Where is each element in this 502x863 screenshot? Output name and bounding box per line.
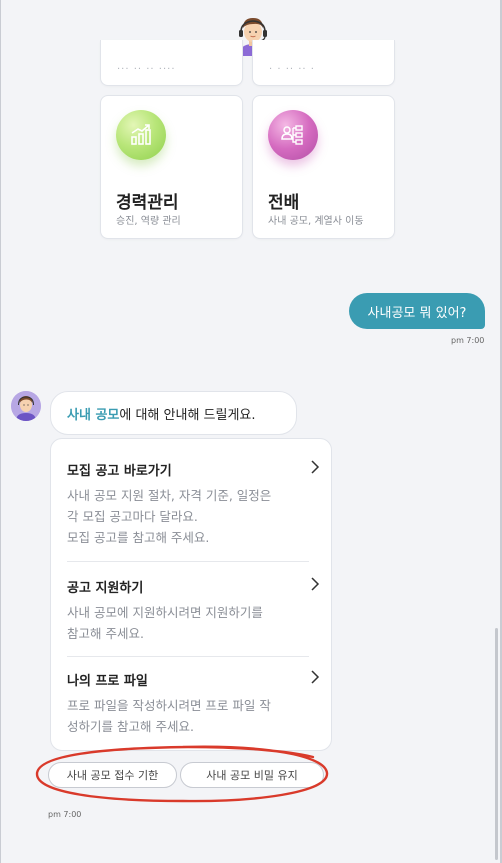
card-subtitle: 승진, 역량 관리 — [116, 216, 181, 227]
quick-reply-deadline[interactable]: 사내 공모 접수 기한 — [48, 762, 177, 788]
scrollbar-thumb[interactable] — [495, 628, 498, 860]
desc-line: 사내 공모에 지원하시려면 지원하기를 — [67, 605, 263, 620]
bot-message-text: 에 대해 안내해 드릴게요. — [119, 407, 256, 423]
card-title: 전배 — [268, 193, 300, 213]
desc-line: 각 모집 공고마다 달라요. — [67, 509, 198, 524]
org-chart-icon — [268, 110, 318, 160]
guide-list-card: 모집 공고 바로가기 사내 공모 지원 절차, 자격 기준, 일정은 각 모집 … — [50, 438, 332, 751]
quick-reply-confidentiality[interactable]: 사내 공모 비밀 유지 — [180, 762, 324, 788]
list-item-desc: 프로 파일을 작성하시려면 프로 파일 작 성하기를 참고해 주세요. — [67, 695, 309, 737]
user-message-time: pm 7:00 — [451, 336, 485, 345]
desc-line: 사내 공모 지원 절차, 자격 기준, 일정은 — [67, 488, 272, 503]
list-item-apply[interactable]: 공고 지원하기 사내 공모에 지원하시려면 지원하기를 참고해 주세요. — [67, 577, 320, 644]
user-message-bubble: 사내공모 뭐 있어? — [349, 293, 485, 329]
window-left-border — [0, 0, 1, 863]
list-item-desc: 사내 공모 지원 절차, 자격 기준, 일정은 각 모집 공고마다 달라요. 모… — [67, 485, 309, 548]
card-subtitle: 사내 공모, 계열사 이동 — [268, 216, 364, 227]
card-title: 경력관리 — [116, 193, 179, 213]
bot-message-time: pm 7:00 — [48, 810, 82, 819]
menu-card-career[interactable]: 경력관리 승진, 역량 관리 — [100, 95, 243, 239]
list-item-title: 공고 지원하기 — [67, 581, 144, 596]
card-stub-text: · · ·· ·· · — [269, 64, 315, 75]
list-item-title: 모집 공고 바로가기 — [67, 464, 172, 479]
card-stub-text: ··· ·· ·· ···· — [117, 64, 176, 75]
list-divider — [67, 656, 309, 657]
bot-message-bubble: 사내 공모 에 대해 안내해 드릴게요. — [50, 391, 297, 435]
menu-card-stub-right[interactable]: · · ·· ·· · — [252, 40, 395, 86]
desc-line: 프로 파일을 작성하시려면 프로 파일 작 — [67, 698, 271, 713]
chevron-right-icon — [311, 460, 320, 474]
menu-card-stub-left[interactable]: ··· ·· ·· ···· — [100, 40, 243, 86]
list-divider — [67, 561, 309, 562]
list-item-desc: 사내 공모에 지원하시려면 지원하기를 참고해 주세요. — [67, 602, 309, 644]
growth-chart-icon — [116, 110, 166, 160]
list-item-my-profile[interactable]: 나의 프로 파일 프로 파일을 작성하시려면 프로 파일 작 성하기를 참고해 … — [67, 670, 320, 737]
list-item-job-postings[interactable]: 모집 공고 바로가기 사내 공모 지원 절차, 자격 기준, 일정은 각 모집 … — [67, 460, 320, 548]
desc-line: 성하기를 참고해 주세요. — [67, 719, 194, 734]
list-item-title: 나의 프로 파일 — [67, 674, 148, 689]
desc-line: 참고해 주세요. — [67, 626, 144, 641]
chevron-right-icon — [311, 670, 320, 684]
menu-card-transfer[interactable]: 전배 사내 공모, 계열사 이동 — [252, 95, 395, 239]
chevron-right-icon — [311, 577, 320, 591]
desc-line: 모집 공고를 참고해 주세요. — [67, 530, 210, 545]
bot-message-highlight: 사내 공모 — [67, 407, 120, 423]
bot-avatar-icon — [11, 391, 41, 421]
